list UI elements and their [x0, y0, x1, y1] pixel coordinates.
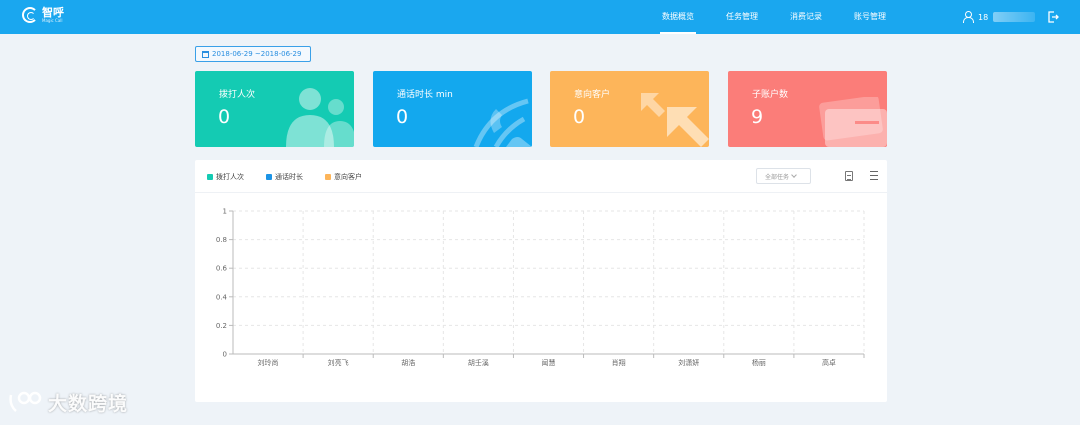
logo-icon: [22, 7, 38, 23]
user-menu[interactable]: 18: [963, 11, 1036, 23]
bar-chart: 0 0.2 0.4 0.6 0.8 1 刘玲尚 刘亮飞 胡浩 胡壬溪 闻慧 肖翔 刘潇妍 杨丽 高卓: [216, 208, 865, 367]
nav-account-management[interactable]: 账号管理: [844, 0, 896, 34]
y-tick-label: 0.8: [216, 236, 227, 244]
legend-item-intent[interactable]: 意向客户: [325, 172, 362, 182]
stat-label: 意向客户: [574, 90, 611, 100]
watermark-text: 大数跨境: [48, 393, 129, 415]
main-nav: 数据概览 任务管理 消费记录 账号管理: [652, 0, 908, 34]
task-filter-value: 全部任务: [765, 173, 790, 181]
stat-label: 拨打人次: [219, 90, 256, 100]
watermark: 大数跨境: [8, 389, 128, 416]
y-tick-label: 0.4: [216, 293, 228, 301]
calendar-icon: [202, 50, 209, 58]
logout-icon[interactable]: [1047, 11, 1059, 23]
watermark-logo-icon: [9, 391, 42, 412]
stat-label: 子账户数: [752, 90, 789, 100]
app-logo[interactable]: 智呼 Magic Call: [22, 7, 64, 23]
users-icon: [286, 88, 354, 147]
phone-icon: [473, 98, 532, 147]
stat-card-calls: 拨打人次 0: [195, 71, 354, 147]
nav-task-management[interactable]: 任务管理: [716, 0, 768, 34]
stat-value: 0: [218, 106, 231, 128]
legend-swatch: [325, 174, 331, 180]
stat-card-intent-customers: 意向客户 0: [550, 71, 709, 147]
export-document-icon[interactable]: [845, 171, 853, 181]
legend-label: 通话时长: [275, 173, 303, 181]
stat-value: 0: [396, 106, 409, 128]
stat-card-sub-accounts: 子账户数 9: [728, 71, 887, 147]
chart-panel-header: 拨打人次 通话时长 意向客户 全部任务: [195, 160, 887, 193]
x-tick-label: 高卓: [822, 358, 836, 367]
y-tick-label: 0: [223, 351, 227, 359]
y-tick-label: 0.2: [216, 322, 227, 330]
legend-label: 拨打人次: [216, 173, 244, 181]
user-icon: [963, 11, 974, 23]
x-tick-label: 胡浩: [401, 358, 415, 367]
y-tick-label: 1: [223, 208, 227, 216]
masked-phone-digits: [993, 12, 1036, 22]
stat-value: 9: [751, 106, 764, 128]
x-tick-label: 刘玲尚: [258, 358, 279, 367]
legend-item-calls[interactable]: 拨打人次: [207, 172, 244, 182]
y-tick-label: 0.6: [216, 265, 228, 273]
x-tick-label: 刘潇妍: [678, 358, 699, 367]
list-view-icon[interactable]: [868, 171, 878, 180]
card-icon: [819, 97, 887, 147]
task-filter-select[interactable]: 全部任务: [756, 168, 811, 184]
x-tick-label: 闻慧: [542, 358, 556, 367]
chevron-down-icon: [791, 172, 797, 178]
x-tick-label: 杨丽: [752, 358, 766, 367]
legend-item-duration[interactable]: 通话时长: [266, 172, 303, 182]
x-tick-label: 胡壬溪: [468, 358, 489, 367]
date-range-picker[interactable]: 2018-06-29 ~2018-06-29: [195, 46, 311, 62]
legend-swatch: [266, 174, 272, 180]
arrow-icon: [641, 93, 709, 147]
nav-data-overview[interactable]: 数据概览: [652, 0, 704, 34]
app-name: 智呼: [42, 6, 64, 19]
stat-label: 通话时长 min: [397, 90, 453, 100]
date-range-value: 2018-06-29 ~2018-06-29: [212, 50, 302, 58]
legend-swatch: [207, 174, 213, 180]
top-navigation-bar: 智呼 Magic Call 数据概览 任务管理 消费记录 账号管理 18: [0, 0, 1080, 34]
user-phone: 18: [978, 12, 989, 22]
nav-consumption-records[interactable]: 消费记录: [780, 0, 832, 34]
legend-label: 意向客户: [334, 173, 362, 181]
chart-panel: 拨打人次 通话时长 意向客户 全部任务 0 0.2 0.4 0.6 0.8 1 刘玲尚 刘亮飞…: [195, 160, 887, 402]
x-tick-label: 刘亮飞: [328, 358, 349, 367]
stat-card-duration: 通话时长 min 0: [373, 71, 532, 147]
x-tick-label: 肖翔: [612, 358, 626, 367]
stat-value: 0: [573, 106, 586, 128]
app-subtitle: Magic Call: [42, 18, 63, 23]
